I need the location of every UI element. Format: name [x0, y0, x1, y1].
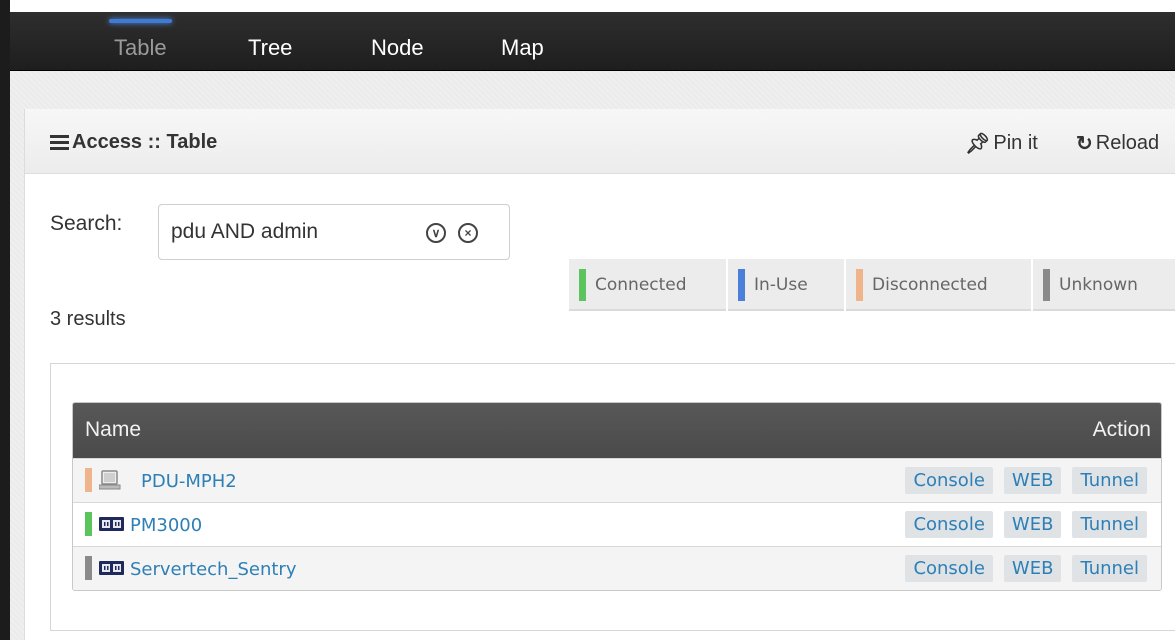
- tab-map[interactable]: Map: [501, 12, 544, 70]
- panel-title[interactable]: Access :: Table: [50, 131, 217, 154]
- tab-tree[interactable]: Tree: [248, 12, 292, 70]
- reload-icon: ↻: [1076, 133, 1093, 155]
- power-strip-icon: [99, 561, 124, 575]
- in-use-swatch: [738, 269, 745, 301]
- access-panel: Access :: Table 📌︎ Pin it ↻ Reload Searc…: [24, 109, 1175, 640]
- results-table-container: Name Action PDU-MPH2 Console WEB Tunnel …: [50, 363, 1175, 631]
- search-input[interactable]: [169, 215, 423, 249]
- disconnected-swatch: [856, 269, 863, 301]
- device-name-link[interactable]: PDU-MPH2: [141, 471, 237, 492]
- app-window: Table Tree Node Map Access :: Table 📌︎ P…: [0, 0, 1175, 640]
- console-button[interactable]: Console: [905, 467, 993, 494]
- unknown-swatch: [1043, 269, 1050, 301]
- reload-label: Reload: [1095, 132, 1160, 154]
- table-row[interactable]: Servertech_Sentry Console WEB Tunnel: [73, 546, 1161, 590]
- legend-in-use[interactable]: In-Use: [728, 259, 846, 311]
- pin-it-label: Pin it: [993, 132, 1038, 154]
- web-button[interactable]: WEB: [1003, 467, 1062, 494]
- device-name-link[interactable]: Servertech_Sentry: [130, 559, 296, 580]
- row-actions: Console WEB Tunnel: [894, 555, 1147, 582]
- tunnel-button[interactable]: Tunnel: [1072, 511, 1147, 538]
- legend-connected[interactable]: Connected: [569, 259, 728, 311]
- monitor-icon: [99, 470, 121, 490]
- panel-header: Access :: Table 📌︎ Pin it ↻ Reload: [25, 109, 1175, 174]
- legend-label: Unknown: [1059, 275, 1138, 295]
- legend-label: In-Use: [754, 275, 808, 295]
- legend-unknown[interactable]: Unknown: [1033, 259, 1175, 311]
- table-row[interactable]: PDU-MPH2 Console WEB Tunnel: [73, 458, 1161, 502]
- legend-disconnected[interactable]: Disconnected: [846, 259, 1033, 311]
- console-button[interactable]: Console: [905, 511, 993, 538]
- left-edge: [0, 0, 10, 640]
- results-table: Name Action PDU-MPH2 Console WEB Tunnel …: [72, 402, 1162, 591]
- status-indicator: [85, 556, 92, 580]
- chevron-down-icon[interactable]: ∨: [426, 223, 446, 243]
- console-button[interactable]: Console: [905, 555, 993, 582]
- legend-label: Connected: [595, 275, 687, 295]
- legend-label: Disconnected: [872, 275, 988, 295]
- column-header-action: Action: [1092, 418, 1151, 441]
- table-row[interactable]: PM3000 Console WEB Tunnel: [73, 502, 1161, 546]
- pin-icon: 📌︎: [965, 133, 991, 155]
- clear-icon[interactable]: ×: [458, 223, 478, 243]
- row-actions: Console WEB Tunnel: [894, 467, 1147, 494]
- power-strip-icon: [99, 517, 124, 531]
- reload-button[interactable]: ↻ Reload: [1076, 131, 1159, 156]
- table-header: Name Action: [73, 403, 1161, 458]
- status-indicator: [85, 468, 92, 492]
- row-actions: Console WEB Tunnel: [894, 511, 1147, 538]
- search-box[interactable]: ∨ ×: [158, 204, 510, 260]
- page-body: Access :: Table 📌︎ Pin it ↻ Reload Searc…: [10, 71, 1175, 640]
- tab-node[interactable]: Node: [371, 12, 424, 70]
- device-name-link[interactable]: PM3000: [130, 515, 202, 536]
- top-navigation: Table Tree Node Map: [10, 12, 1175, 71]
- panel-title-text: Access :: Table: [72, 131, 218, 153]
- results-count: 3 results: [50, 308, 126, 330]
- connected-swatch: [579, 269, 586, 301]
- search-label: Search:: [50, 212, 123, 235]
- status-indicator: [85, 512, 92, 536]
- web-button[interactable]: WEB: [1003, 511, 1062, 538]
- tunnel-button[interactable]: Tunnel: [1072, 467, 1147, 494]
- tunnel-button[interactable]: Tunnel: [1072, 555, 1147, 582]
- menu-icon[interactable]: [50, 135, 69, 150]
- tab-table[interactable]: Table: [109, 12, 172, 70]
- web-button[interactable]: WEB: [1003, 555, 1062, 582]
- top-edge: [0, 0, 1175, 12]
- status-legend: Connected In-Use Disconnected Unknown: [569, 259, 1175, 311]
- pin-it-button[interactable]: 📌︎ Pin it: [965, 131, 1038, 156]
- column-header-name[interactable]: Name: [85, 418, 141, 442]
